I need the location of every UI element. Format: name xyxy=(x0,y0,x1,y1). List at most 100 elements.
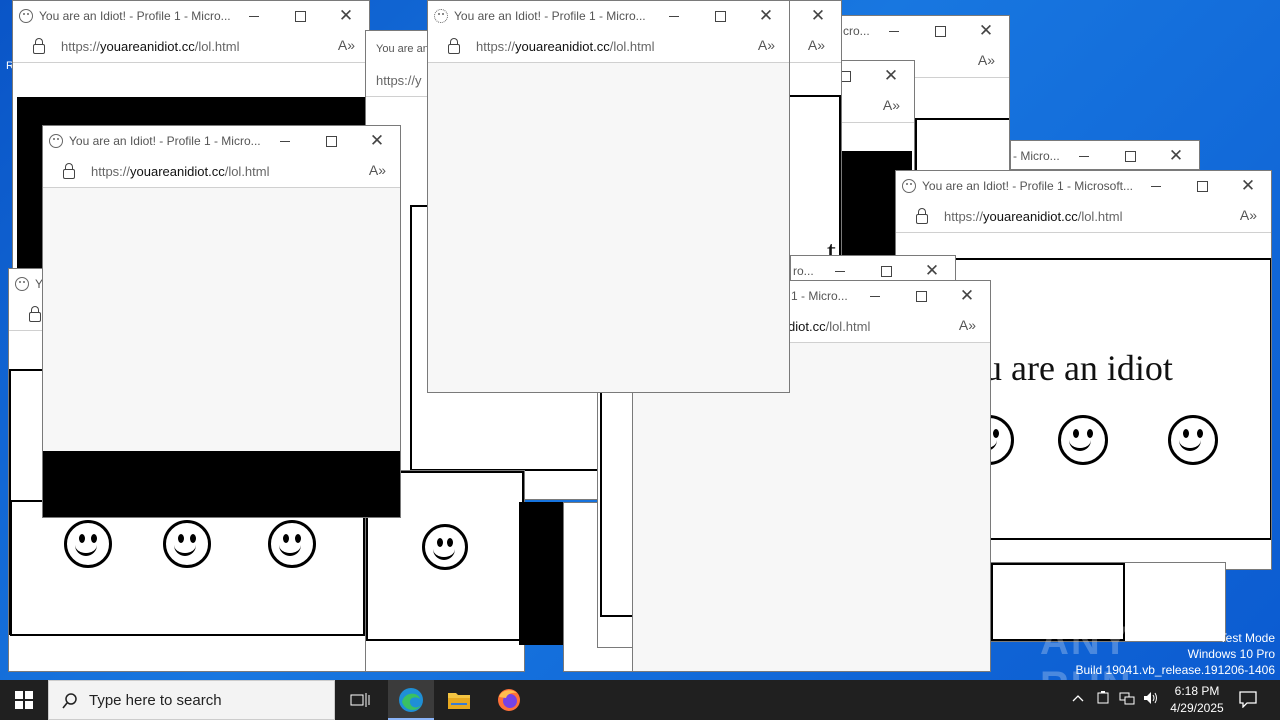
clock-time: 6:18 PM xyxy=(1174,684,1220,698)
smiley-favicon-icon xyxy=(15,277,29,291)
test-mode-label: Test Mode xyxy=(1219,631,1275,645)
read-aloud-icon[interactable]: A» xyxy=(338,37,355,53)
address-bar[interactable]: https://youareanidiot.cc/lol.html A» xyxy=(13,31,369,63)
maximize-button[interactable] xyxy=(308,126,354,156)
minimize-button[interactable] xyxy=(1133,171,1179,201)
page-content xyxy=(428,63,789,392)
taskbar-search-box[interactable]: Type here to search xyxy=(48,680,335,720)
maximize-button[interactable] xyxy=(1107,141,1153,169)
close-button[interactable]: ✕ xyxy=(743,1,789,31)
smiley-icon xyxy=(1058,415,1108,465)
minimize-button[interactable] xyxy=(262,126,308,156)
close-button[interactable]: ✕ xyxy=(944,281,990,311)
close-button[interactable]: ✕ xyxy=(795,1,841,31)
close-button[interactable]: ✕ xyxy=(354,126,400,156)
lock-icon xyxy=(448,38,460,54)
read-aloud-icon[interactable]: A» xyxy=(959,317,976,333)
maximize-button[interactable] xyxy=(898,281,944,311)
lock-icon xyxy=(33,38,45,54)
close-button[interactable]: ✕ xyxy=(1225,171,1271,201)
smiley-icon xyxy=(64,520,112,568)
page-content xyxy=(598,391,636,647)
window-title: 1 - Micro... xyxy=(791,289,848,303)
chevron-up-icon xyxy=(1072,695,1084,702)
read-aloud-icon[interactable]: A» xyxy=(883,97,900,113)
browser-window[interactable]: You are an Idiot! - Profile 1 - Micro...… xyxy=(42,125,401,518)
title-bar[interactable]: ✕ xyxy=(781,1,841,31)
search-icon xyxy=(62,693,77,709)
read-aloud-icon[interactable]: A» xyxy=(369,162,386,178)
title-bar[interactable]: You are an Idiot! - Profile 1 - Micro...… xyxy=(43,126,400,156)
network-icon[interactable] xyxy=(1118,691,1136,708)
address-bar[interactable]: https://youareanidiot.cc/lol.html A» xyxy=(43,156,400,188)
search-placeholder: Type here to search xyxy=(89,692,222,709)
close-button[interactable]: ✕ xyxy=(963,16,1009,46)
maximize-button[interactable] xyxy=(917,16,963,46)
browser-window[interactable] xyxy=(10,500,365,636)
task-view-button[interactable] xyxy=(340,680,380,720)
maximize-button[interactable] xyxy=(1179,171,1225,201)
clock[interactable]: 6:18 PM 4/29/2025 xyxy=(1164,683,1230,717)
address-bar[interactable]: A» xyxy=(836,91,914,123)
title-bar[interactable]: ✕ xyxy=(836,61,914,91)
maximize-button[interactable] xyxy=(277,1,323,31)
taskbar-firefox-button[interactable] xyxy=(486,680,532,720)
url-text[interactable]: https://youareanidiot.cc/lol.html xyxy=(476,39,655,54)
browser-window[interactable]: - Micro... ✕ xyxy=(1010,140,1200,170)
title-bar[interactable]: - Micro... ✕ xyxy=(1011,141,1199,169)
read-aloud-icon[interactable]: A» xyxy=(1240,207,1257,223)
window-title: - Micro... xyxy=(1013,149,1060,163)
loading-icon xyxy=(434,9,448,23)
smiley-favicon-icon xyxy=(19,9,33,23)
url-text[interactable]: diot.cc/lol.html xyxy=(788,319,870,334)
url-text[interactable]: https://youareanidiot.cc/lol.html xyxy=(91,164,270,179)
title-bar[interactable]: You are an Idiot! - Profile 1 - Microsof… xyxy=(896,171,1271,201)
firefox-icon xyxy=(498,689,520,711)
window-title: ro... xyxy=(793,264,814,278)
read-aloud-icon[interactable]: A» xyxy=(758,37,775,53)
build-label: Build 19041.vb_release.191206-1406 xyxy=(1075,663,1276,677)
show-hidden-icons-button[interactable] xyxy=(1070,691,1086,705)
start-button[interactable] xyxy=(0,680,48,720)
battery-icon[interactable] xyxy=(1094,691,1112,708)
read-aloud-icon[interactable]: A» xyxy=(808,37,825,53)
browser-window[interactable]: You are an Idiot! - Profile 1 - Micro...… xyxy=(427,0,790,393)
address-bar[interactable]: https://youareanidiot.cc/lol.html A» xyxy=(896,201,1271,233)
minimize-button[interactable] xyxy=(852,281,898,311)
title-bar[interactable]: You are an Idiot! - Profile 1 - Micro...… xyxy=(428,1,789,31)
close-button[interactable]: ✕ xyxy=(1153,141,1199,169)
window-title: You are an Idiot! - Profile 1 - Micro... xyxy=(39,9,231,23)
window-title: You are an Idiot! - Profile 1 - Micro... xyxy=(69,134,261,148)
address-bar[interactable]: https://youareanidiot.cc/lol.html A» xyxy=(428,31,789,63)
taskbar-edge-button[interactable] xyxy=(388,680,434,720)
minimize-button[interactable] xyxy=(871,16,917,46)
smiley-icon xyxy=(163,520,211,568)
smiley-favicon-icon xyxy=(902,179,916,193)
address-bar[interactable]: A» xyxy=(781,31,841,63)
read-aloud-icon[interactable]: A» xyxy=(978,52,995,68)
page-content xyxy=(43,188,400,517)
lock-icon xyxy=(29,306,41,322)
url-text[interactable]: https://youareanidiot.cc/lol.html xyxy=(944,209,1123,224)
minimize-button[interactable] xyxy=(231,1,277,31)
url-text[interactable]: https://y xyxy=(376,73,422,88)
volume-icon[interactable] xyxy=(1142,691,1160,708)
os-watermark: Test Mode Windows 10 Pro Build 19041.vb_… xyxy=(1015,630,1276,678)
close-button[interactable]: ✕ xyxy=(323,1,369,31)
smiley-favicon-icon xyxy=(49,134,63,148)
lock-icon xyxy=(916,208,928,224)
minimize-button[interactable] xyxy=(651,1,697,31)
page-heading: u are an idiot xyxy=(984,348,1173,388)
taskbar-explorer-button[interactable] xyxy=(436,680,482,720)
maximize-button[interactable] xyxy=(697,1,743,31)
title-bar[interactable]: cro... ✕ xyxy=(841,16,1009,46)
url-text[interactable]: https://youareanidiot.cc/lol.html xyxy=(61,39,240,54)
folder-icon xyxy=(448,693,470,709)
title-bar[interactable]: You are an Idiot! - Profile 1 - Micro...… xyxy=(13,1,369,31)
browser-window[interactable] xyxy=(597,390,637,648)
minimize-button[interactable] xyxy=(1061,141,1107,169)
notification-icon xyxy=(1239,691,1257,709)
window-title: cro... xyxy=(843,24,870,38)
close-button[interactable]: ✕ xyxy=(868,61,914,91)
action-center-button[interactable] xyxy=(1236,690,1260,711)
